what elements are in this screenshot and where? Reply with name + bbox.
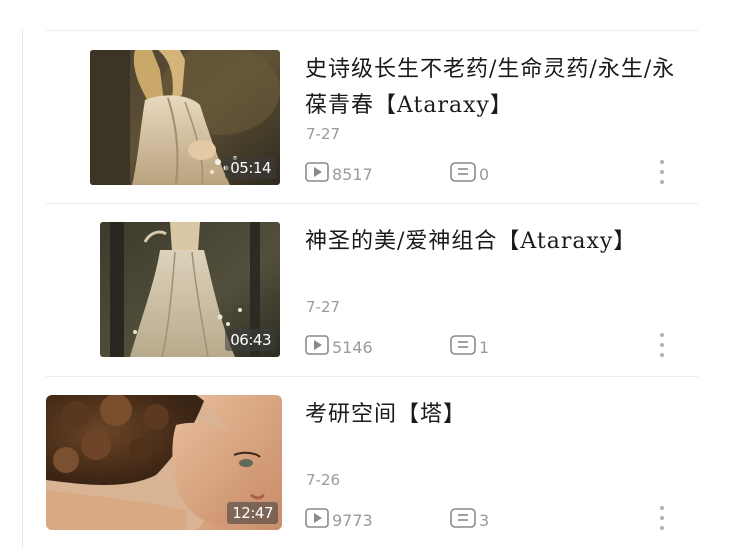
upload-date: 7-27	[306, 125, 341, 143]
play-count: 5146	[305, 335, 373, 359]
comment-count-icon	[450, 335, 476, 359]
video-thumbnail[interactable]: 05:14	[90, 50, 280, 185]
divider	[46, 376, 698, 377]
divider	[46, 203, 698, 204]
play-count-value: 8517	[332, 164, 373, 184]
more-options-icon[interactable]	[658, 333, 666, 357]
play-count-icon	[305, 508, 329, 532]
upload-date: 7-27	[306, 298, 341, 316]
comment-count-icon	[450, 508, 476, 532]
video-list: 05:14 史诗级长生不老药/生命灵药/永生/永葆青春【Ataraxy】 7-2…	[0, 0, 735, 548]
play-count-value: 5146	[332, 337, 373, 357]
video-title[interactable]: 史诗级长生不老药/生命灵药/永生/永葆青春【Ataraxy】	[305, 52, 685, 124]
comment-count-value: 3	[479, 510, 490, 530]
more-options-icon[interactable]	[658, 506, 666, 530]
comment-count-value: 1	[479, 337, 490, 357]
more-options-icon[interactable]	[658, 160, 666, 184]
play-count: 8517	[305, 162, 373, 186]
video-title[interactable]: 考研空间【塔】	[305, 397, 685, 433]
comment-count: 1	[450, 335, 489, 359]
comment-count: 0	[450, 162, 489, 186]
video-duration: 06:43	[225, 329, 276, 351]
play-count-icon	[305, 335, 329, 359]
video-thumbnail[interactable]: 06:43	[100, 222, 280, 357]
video-duration: 12:47	[227, 502, 278, 524]
play-count: 9773	[305, 508, 373, 532]
play-count-icon	[305, 162, 329, 186]
play-count-value: 9773	[332, 510, 373, 530]
video-thumbnail[interactable]: 12:47	[46, 395, 282, 530]
video-duration: 05:14	[225, 157, 276, 179]
video-title[interactable]: 神圣的美/爱神组合【Ataraxy】	[305, 224, 685, 260]
comment-count: 3	[450, 508, 489, 532]
comment-count-icon	[450, 162, 476, 186]
comment-count-value: 0	[479, 164, 490, 184]
divider	[46, 30, 698, 31]
upload-date: 7-26	[306, 471, 341, 489]
